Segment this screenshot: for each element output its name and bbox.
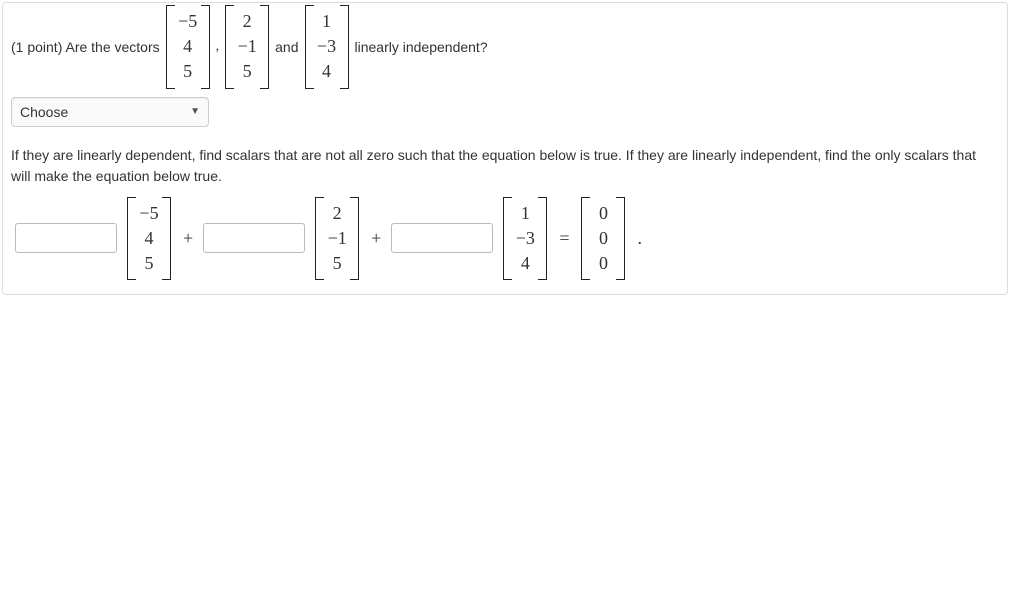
v3-row1: −3	[317, 34, 337, 59]
eq-zero-vector: 0 0 0	[581, 197, 625, 281]
v2-row2: 5	[237, 59, 257, 84]
independence-dropdown[interactable]: Choose ▼	[11, 97, 209, 127]
and-text: and	[275, 39, 298, 55]
question-prefix: (1 point) Are the vectors	[11, 39, 160, 55]
plus-2: +	[369, 228, 383, 249]
scalar-input-2[interactable]	[203, 223, 305, 253]
v3-row2: 4	[317, 59, 337, 84]
v2-row0: 2	[237, 9, 257, 34]
instruction-text: If they are linearly dependent, find sca…	[11, 145, 999, 187]
vector-1: −5 4 5	[166, 5, 210, 89]
eq-vector-3: 1 −3 4	[503, 197, 547, 281]
scalar-input-1[interactable]	[15, 223, 117, 253]
problem-container: (1 point) Are the vectors −5 4 5 , 2 −1 …	[2, 2, 1008, 295]
eq-vector-2: 2 −1 5	[315, 197, 359, 281]
v2-row1: −1	[237, 34, 257, 59]
chevron-down-icon: ▼	[190, 106, 200, 117]
equals: =	[557, 228, 571, 249]
v1-row1: 4	[178, 34, 198, 59]
plus-1: +	[181, 228, 195, 249]
dropdown-label: Choose	[20, 104, 68, 120]
vector-3: 1 −3 4	[305, 5, 349, 89]
scalar-input-3[interactable]	[391, 223, 493, 253]
v1-row0: −5	[178, 9, 198, 34]
trailing-dot: .	[635, 228, 644, 249]
v1-row2: 5	[178, 59, 198, 84]
v3-row0: 1	[317, 9, 337, 34]
eq-vector-1: −5 4 5	[127, 197, 171, 281]
equation-line: −5 4 5 + 2 −1 5 + 1 −3 4	[11, 197, 999, 281]
vector-2: 2 −1 5	[225, 5, 269, 89]
comma: ,	[216, 39, 220, 55]
question-line: (1 point) Are the vectors −5 4 5 , 2 −1 …	[11, 5, 999, 89]
question-suffix: linearly independent?	[355, 39, 488, 55]
